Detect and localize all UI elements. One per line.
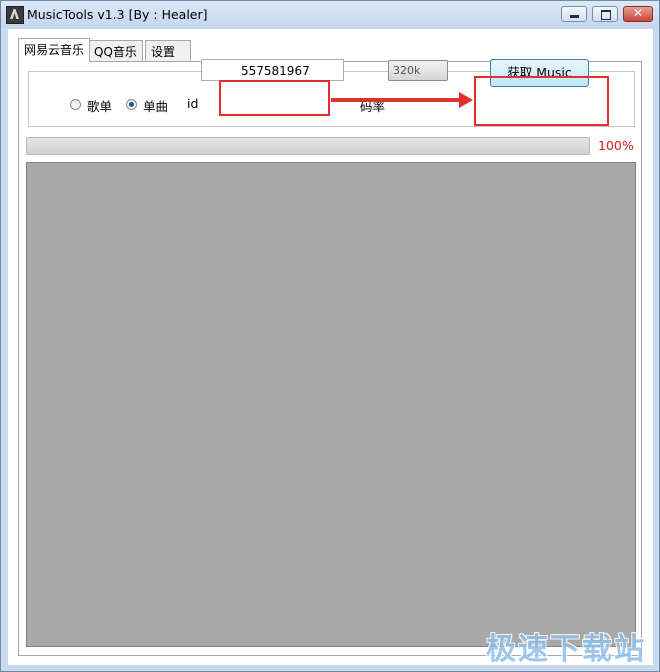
- bitrate-select[interactable]: 320k: [388, 60, 448, 81]
- output-area: [26, 162, 636, 647]
- radio-playlist-label: 歌单: [87, 99, 113, 114]
- minimize-button[interactable]: [561, 6, 587, 22]
- radio-playlist[interactable]: [70, 99, 81, 110]
- id-input[interactable]: 557581967: [201, 59, 344, 81]
- title-bar[interactable]: MusicTools v1.3 [By : Healer]: [1, 1, 659, 28]
- progress-percent: 100%: [598, 138, 634, 153]
- window-title: MusicTools v1.3 [By : Healer]: [27, 7, 208, 22]
- id-label: id: [187, 96, 199, 111]
- maximize-button[interactable]: [592, 6, 618, 22]
- watermark-text: 极速下载站: [486, 632, 646, 667]
- annotation-arrow-line: [331, 98, 461, 102]
- close-button[interactable]: [623, 6, 653, 22]
- tab-settings[interactable]: 设置: [145, 40, 191, 61]
- tab-qq-music[interactable]: QQ音乐: [88, 40, 143, 61]
- annotation-highlight-id: [219, 80, 330, 116]
- app-logo-icon: [6, 6, 24, 24]
- radio-single[interactable]: [126, 99, 137, 110]
- app-window: MusicTools v1.3 [By : Healer] 网易云音乐 QQ音乐…: [0, 0, 660, 672]
- tab-netease-music[interactable]: 网易云音乐: [18, 38, 91, 62]
- annotation-arrow-head: [459, 92, 473, 108]
- download-progress-bar: [26, 137, 590, 155]
- radio-single-label: 单曲: [143, 99, 169, 114]
- progress-fill: [27, 138, 589, 154]
- annotation-highlight-fetch: [474, 76, 609, 126]
